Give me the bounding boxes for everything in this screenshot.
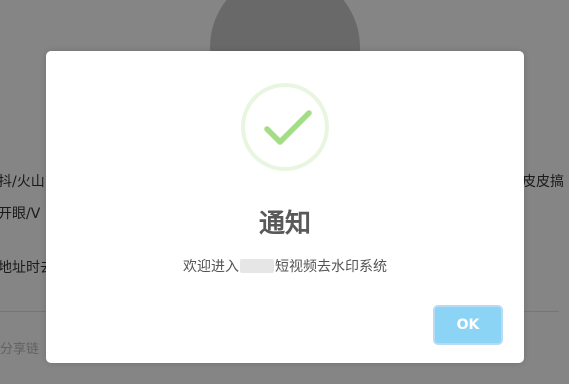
checkmark-icon [264,110,312,145]
ok-button[interactable]: OK [433,305,503,345]
redacted-text [240,259,274,273]
message-prefix: 欢迎进入 [183,259,239,275]
dialog-title: 通知 [258,209,311,239]
notification-dialog: 通知 欢迎进入 短视频去水印系统 OK [46,51,524,363]
message-suffix: 短视频去水印系统 [275,259,387,275]
dialog-message: 欢迎进入 短视频去水印系统 [46,256,524,276]
success-check-icon [241,83,329,171]
